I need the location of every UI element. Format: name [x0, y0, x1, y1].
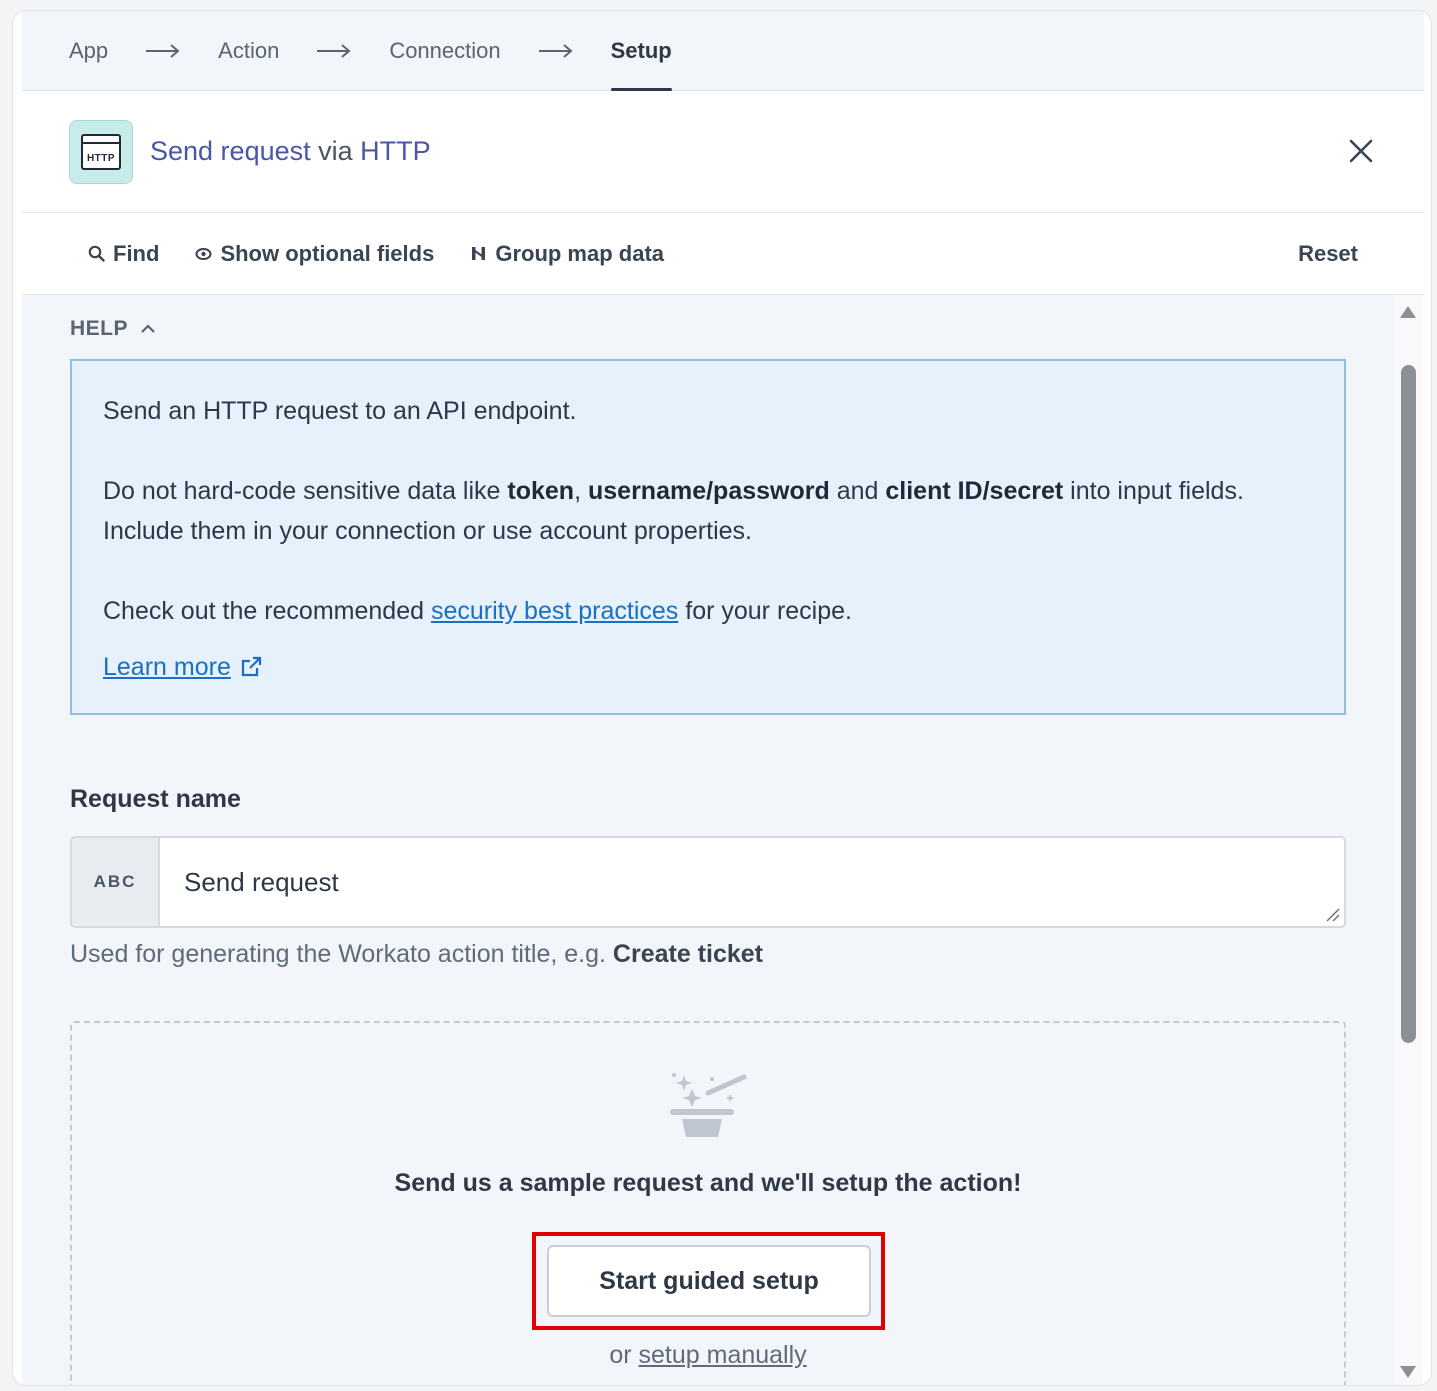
magic-wand-hat-icon — [670, 1073, 747, 1137]
step-title: Send request via HTTP — [150, 136, 431, 167]
reset-button[interactable]: Reset — [1298, 241, 1358, 267]
step-content: HELP Send an HTTP request to an API endp… — [22, 295, 1396, 1385]
show-optional-fields-button[interactable]: Show optional fields — [195, 241, 434, 267]
scroll-down-icon[interactable] — [1399, 1365, 1417, 1379]
resize-handle-icon[interactable] — [1324, 906, 1340, 922]
help-box: Send an HTTP request to an API endpoint.… — [70, 359, 1346, 715]
arrow-right-icon — [538, 43, 573, 58]
find-button[interactable]: Find — [88, 241, 159, 267]
help-toggle[interactable]: HELP — [70, 317, 156, 341]
setup-manually-row: or setup manually — [609, 1341, 807, 1369]
recipe-step-panel: App Action Connection Setup HTTP Send re… — [12, 10, 1432, 1386]
external-link-icon — [241, 656, 261, 677]
text-type-badge: ABC — [72, 838, 160, 926]
request-name-hint: Used for generating the Workato action t… — [70, 940, 763, 968]
breadcrumb: App Action Connection Setup — [22, 11, 1424, 91]
http-app-icon: HTTP — [69, 119, 133, 184]
help-warning: Do not hard-code sensitive data like tok… — [103, 477, 1244, 505]
setup-manually-link[interactable]: setup manually — [639, 1341, 807, 1369]
arrow-right-icon — [317, 43, 351, 58]
app-name-link[interactable]: HTTP — [360, 136, 431, 166]
scrollbar-thumb[interactable] — [1401, 365, 1416, 1043]
scroll-up-icon[interactable] — [1399, 305, 1417, 319]
arrow-right-icon — [146, 43, 180, 58]
help-intro: Send an HTTP request to an API endpoint. — [103, 397, 577, 425]
close-icon[interactable] — [1348, 138, 1374, 164]
group-map-label: Group map data — [495, 240, 665, 266]
show-optional-label: Show optional fields — [220, 240, 435, 266]
step-header: HTTP Send request via HTTP — [22, 91, 1424, 213]
scrollbar[interactable] — [1394, 295, 1422, 1385]
group-map-data-button[interactable]: Group map data — [470, 241, 664, 267]
learn-more-label[interactable]: Learn more — [103, 647, 231, 687]
breadcrumb-connection[interactable]: Connection — [389, 11, 500, 91]
help-security: Check out the recommended security best … — [103, 597, 852, 625]
request-name-value: Send request — [184, 866, 339, 897]
learn-more-link[interactable]: Learn more — [103, 647, 263, 687]
request-name-input[interactable]: Send request — [160, 838, 1344, 926]
browser-window-icon: HTTP — [81, 133, 121, 170]
help-heading: HELP — [70, 317, 129, 340]
request-name-label: Request name — [70, 785, 241, 813]
search-icon — [88, 245, 105, 262]
request-name-field[interactable]: ABC Send request — [70, 836, 1346, 928]
start-guided-setup-button[interactable]: Start guided setup — [547, 1245, 871, 1317]
toolbar: Find Show optional fields Group map data… — [22, 213, 1424, 295]
via-text: via — [318, 136, 353, 166]
security-best-practices-link[interactable]: security best practices — [431, 597, 678, 625]
guided-setup-box: Send us a sample request and we'll setup… — [70, 1021, 1346, 1385]
eye-icon — [195, 247, 212, 260]
chevron-up-icon — [141, 324, 155, 333]
action-name-link[interactable]: Send request — [150, 136, 311, 166]
guided-setup-title: Send us a sample request and we'll setup… — [394, 1169, 1022, 1197]
http-icon-label: HTTP — [86, 152, 116, 164]
group-icon — [472, 247, 486, 260]
breadcrumb-setup[interactable]: Setup — [610, 11, 672, 91]
help-warning-2: Include them in your connection or use a… — [103, 517, 752, 545]
breadcrumb-action[interactable]: Action — [218, 11, 279, 91]
find-label: Find — [113, 240, 160, 266]
breadcrumb-app[interactable]: App — [69, 11, 108, 91]
